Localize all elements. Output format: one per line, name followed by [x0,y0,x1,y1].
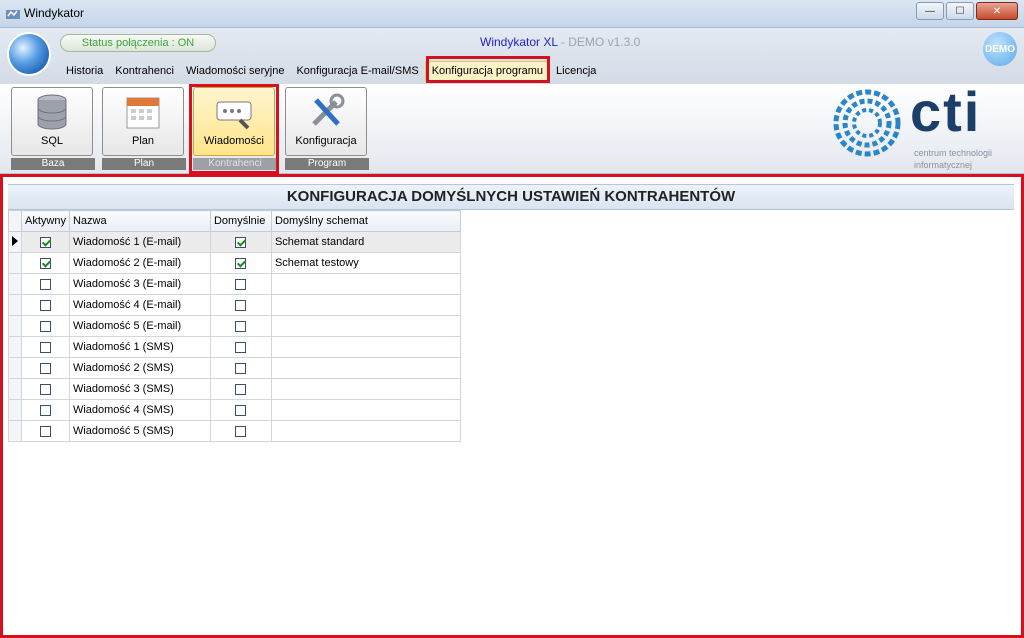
menu-licencja[interactable]: Licencja [550,62,602,80]
title-bar: Windykator — ☐ ✕ [0,0,1024,28]
menu-historia[interactable]: Historia [60,62,109,80]
app-name-label: Windykator XL [480,35,558,49]
cti-logo: cti centrum technologii informatycznej [832,80,1022,172]
ribbon-button-plan[interactable]: Plan [102,87,184,156]
ribbon-button-label: Plan [131,135,155,147]
maximize-button[interactable]: ☐ [946,2,974,20]
tools-icon [312,93,345,126]
ribbon-button-label: Konfiguracja [295,135,357,147]
menu-kontrahenci[interactable]: Kontrahenci [109,62,180,80]
menu-konfiguracja-email-sms[interactable]: Konfiguracja E-mail/SMS [290,62,424,80]
cti-logo-line2: informatycznej [914,160,973,170]
cti-logo-mark [833,89,901,157]
cti-logo-word: cti [910,80,982,143]
ribbon-group-baza: Baza [11,158,95,170]
ribbon-group-program: Program [285,158,369,170]
calendar-icon [126,97,160,129]
content-highlight-frame [0,174,1024,638]
ribbon-button-label: SQL [40,135,63,147]
database-icon [37,94,67,130]
maximize-icon: ☐ [955,5,965,17]
close-icon: ✕ [992,5,1002,17]
close-button[interactable]: ✕ [976,2,1018,20]
connection-status: Status połączenia : ON [60,34,216,52]
minimize-icon: — [925,5,935,17]
ribbon-button-konfiguracja[interactable]: Konfiguracja [285,87,367,156]
app-name: Windykator XL - DEMO v1.3.0 [480,35,640,49]
menu-highlight-frame [426,56,550,83]
globe-icon[interactable] [9,34,49,74]
cti-logo-line1: centrum technologii [914,148,993,158]
menu-wiadomosci-seryjne[interactable]: Wiadomości seryjne [180,62,290,80]
minimize-button[interactable]: — [916,2,944,20]
demo-badge: DEMO [983,32,1017,66]
window-title: Windykator [24,6,85,20]
ribbon-button-sql[interactable]: SQL [11,87,93,156]
wiadomosci-highlight-frame [189,84,279,174]
app-version-label: - DEMO v1.3.0 [557,35,641,49]
app-icon [6,10,20,19]
ribbon-group-plan: Plan [102,158,186,170]
